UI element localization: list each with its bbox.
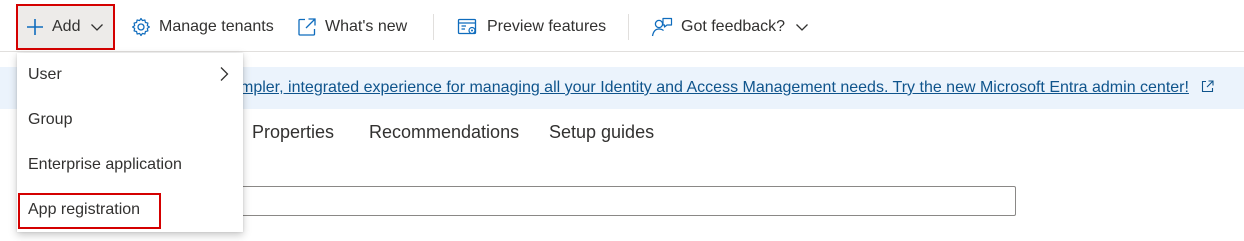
add-dropdown-menu: User Group Enterprise application App re… bbox=[17, 53, 243, 232]
menu-item-label: Group bbox=[28, 111, 73, 128]
tab-properties[interactable]: Properties bbox=[252, 122, 334, 143]
entra-admin-center-link[interactable]: mpler, integrated experience for managin… bbox=[240, 79, 1189, 97]
menu-item-enterprise-application[interactable]: Enterprise application bbox=[17, 143, 243, 187]
chevron-down-icon bbox=[90, 20, 104, 34]
toolbar-divider bbox=[0, 51, 1244, 52]
preview-features-icon bbox=[457, 17, 479, 37]
tab-setup-guides[interactable]: Setup guides bbox=[549, 122, 654, 143]
menu-item-label: Enterprise application bbox=[28, 156, 182, 173]
menu-item-user[interactable]: User bbox=[17, 53, 243, 97]
manage-tenants-button[interactable]: Manage tenants bbox=[131, 8, 274, 46]
add-button[interactable]: Add bbox=[16, 4, 115, 50]
preview-features-label: Preview features bbox=[487, 18, 607, 35]
external-link-icon bbox=[297, 17, 317, 37]
gear-icon bbox=[131, 17, 151, 37]
feedback-person-icon bbox=[651, 17, 673, 37]
command-bar: Add Manage tenants What's new Preview fe… bbox=[0, 0, 1244, 54]
manage-tenants-label: Manage tenants bbox=[159, 18, 274, 35]
got-feedback-button[interactable]: Got feedback? bbox=[651, 8, 817, 46]
chevron-right-icon bbox=[217, 66, 231, 87]
plus-icon bbox=[26, 18, 44, 36]
add-button-label: Add bbox=[52, 18, 81, 35]
toolbar-separator bbox=[433, 14, 434, 40]
external-link-icon[interactable] bbox=[1201, 80, 1214, 98]
menu-item-group[interactable]: Group bbox=[17, 98, 243, 142]
app-registration-highlight bbox=[18, 193, 161, 229]
whats-new-button[interactable]: What's new bbox=[297, 8, 407, 46]
search-input[interactable] bbox=[200, 186, 1016, 216]
chevron-down-icon bbox=[795, 20, 809, 34]
toolbar-separator bbox=[628, 14, 629, 40]
got-feedback-label: Got feedback? bbox=[681, 18, 786, 35]
preview-features-button[interactable]: Preview features bbox=[457, 8, 606, 46]
tab-recommendations[interactable]: Recommendations bbox=[369, 122, 519, 143]
whats-new-label: What's new bbox=[325, 18, 408, 35]
menu-item-label: User bbox=[28, 66, 62, 83]
